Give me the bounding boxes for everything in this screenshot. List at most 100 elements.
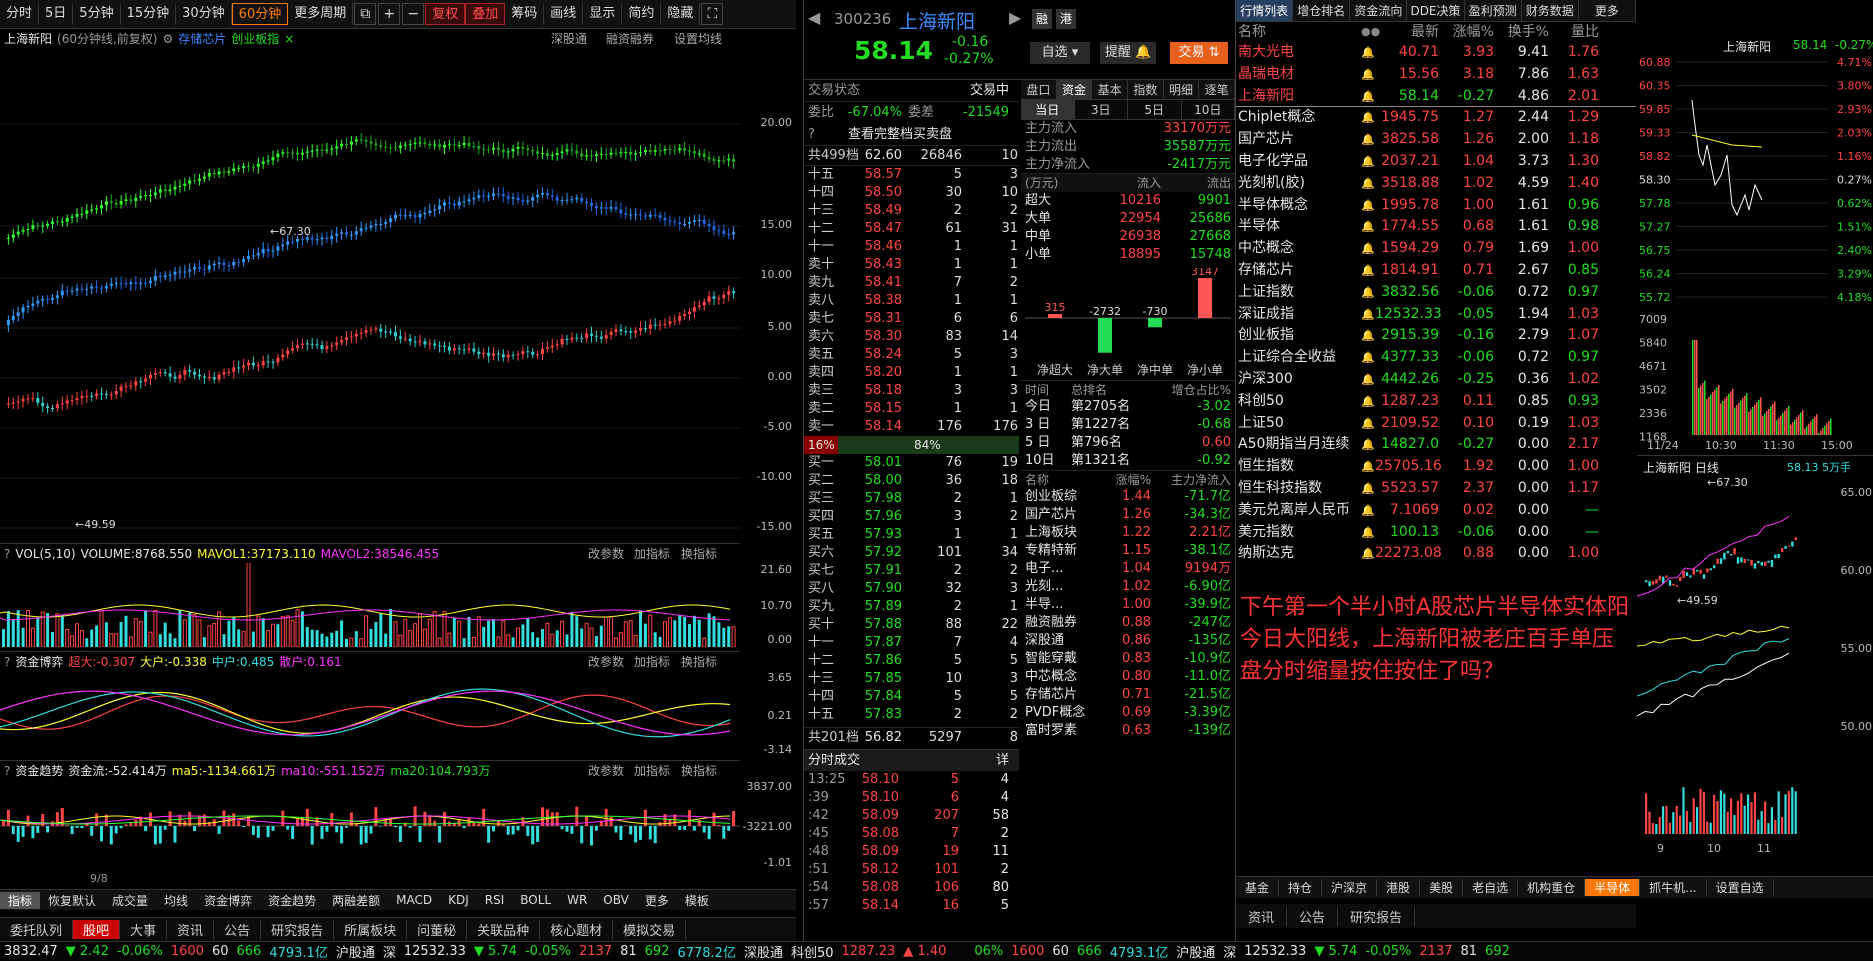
fund-tab[interactable]: 基本 [1092,80,1129,99]
level-price[interactable]: 58.18 [842,382,902,400]
indicator-tab[interactable]: 均线 [156,892,196,909]
quote-row[interactable]: A50期指当月连续 🔔 14827.0 -0.27 0.00 2.17 [1236,434,1636,456]
level-price[interactable]: 58.38 [842,292,902,310]
level-price[interactable]: 58.43 [842,256,902,274]
period-60min[interactable]: 60分钟 [231,3,289,25]
plate-row[interactable]: 光刻... 1.02 -6.90亿 [1021,578,1235,596]
vol-switch-button[interactable]: 换指标 [681,544,717,564]
quote-row[interactable]: 南大光电 🔔 40.71 3.93 9.41 1.76 [1236,42,1636,64]
level-price[interactable]: 57.96 [842,508,902,526]
info-tab[interactable]: 资讯 [1236,906,1288,926]
indicator-tab[interactable]: 资金趋势 [260,892,324,909]
quote-row[interactable]: 国产芯片 🔔 3825.58 1.26 2.00 1.18 [1236,129,1636,151]
level-price[interactable]: 58.49 [842,202,902,220]
watch-settings[interactable]: 设置自选 [1707,879,1774,896]
plus-icon[interactable]: + [378,3,401,25]
fund-tab[interactable]: 盘口 [1021,80,1057,99]
watch-tab[interactable]: 基金 [1236,879,1280,896]
indicator-tab[interactable]: 模板 [677,892,717,909]
fullscreen-icon[interactable]: ⛶ [701,3,724,25]
market-tab[interactable]: 增仓排名 [1293,0,1351,21]
indicator-tab[interactable]: WR [559,893,595,907]
period-5day[interactable]: 5日 [39,3,74,25]
quote-row[interactable]: 光刻机(胶) 🔔 3518.88 1.02 4.59 1.40 [1236,173,1636,195]
quote-row[interactable]: 晶瑞电材 🔔 15.56 3.18 7.86 1.63 [1236,64,1636,86]
quote-row[interactable]: 沪深300 🔔 4442.26 -0.25 0.36 1.02 [1236,369,1636,391]
period-tab[interactable]: 10日 [1182,100,1235,119]
quote-row[interactable]: 上证指数 🔔 3832.56 -0.06 0.72 0.97 [1236,282,1636,304]
market-tab[interactable]: DDE决策 [1407,0,1465,21]
trade-button[interactable]: 交易 ⇅ [1170,42,1228,64]
nav-tab[interactable]: 模拟交易 [613,920,687,939]
nav-tab[interactable]: 问董秘 [407,920,468,939]
prev-icon[interactable]: ◀ [808,8,820,27]
quote-row[interactable]: 存储芯片 🔔 1814.91 0.71 2.67 0.85 [1236,260,1636,282]
period-tab[interactable]: 当日 [1021,100,1075,119]
fund-tab[interactable]: 资金 [1056,80,1093,99]
gear-icon[interactable]: ⚙ [162,32,173,46]
r-hgt[interactable]: 沪股通 [1176,942,1215,961]
nav-tab[interactable]: 股吧 [73,920,121,939]
quote-row[interactable]: 上证综合全收益 🔔 4377.33 -0.06 0.72 0.97 [1236,347,1636,369]
indicator-tab[interactable]: BOLL [512,893,559,907]
plate-row[interactable]: 上海板块 1.22 2.21亿 [1021,524,1235,542]
plate-row[interactable]: 深股通 0.86 -135亿 [1021,632,1235,650]
zjqs-add-button[interactable]: 加指标 [634,761,670,781]
quote-row[interactable]: 美元指数 🔔 100.13 -0.06 0.00— [1236,522,1636,544]
nav-tab[interactable]: 委托队列 [0,920,74,939]
market-tab[interactable]: 盈利预测 [1465,0,1522,21]
level-price[interactable]: 58.15 [842,400,902,418]
overlay-tag-storage[interactable]: 存储芯片 [178,32,226,46]
quote-row[interactable]: 纳斯达克 🔔 22273.08 0.88 0.00 1.00 [1236,543,1636,565]
level-price[interactable]: 57.83 [842,706,902,724]
plate-row[interactable]: 智能穿戴 0.83 -10.9亿 [1021,650,1235,668]
indicator-tab[interactable]: RSI [477,893,513,907]
plate-row[interactable]: 融资融券 0.88 -247亿 [1021,614,1235,632]
period-tab[interactable]: 3日 [1075,100,1128,119]
indicator-tab[interactable]: 资金博弈 [196,892,260,909]
overlay-tag-gem[interactable]: 创业板指 [231,32,279,46]
ticks-detail-button[interactable]: 详 [984,750,1009,771]
period-more[interactable]: 更多周期 [288,3,354,25]
indicator-tab[interactable]: 指标 [0,891,41,909]
window-icon[interactable]: ⧉ [354,3,377,25]
level-price[interactable]: 58.50 [842,184,902,202]
nav-tab[interactable]: 资讯 [167,920,215,939]
quote-row[interactable]: 半导体概念 🔔 1995.78 1.00 1.61 0.96 [1236,195,1636,217]
market-tab[interactable]: 资金流向 [1350,0,1408,21]
vol-param-button[interactable]: 改参数 [588,544,624,564]
indicator-tab[interactable]: OBV [595,893,637,907]
quote-row[interactable]: 恒生科技指数 🔔 5523.57 2.37 0.00 1.17 [1236,478,1636,500]
quote-row[interactable]: 科创50 🔔 1287.23 0.11 0.85 0.93 [1236,391,1636,413]
indicator-tab[interactable]: 两融差额 [324,892,388,909]
level-price[interactable]: 58.01 [842,454,902,472]
info-tab[interactable]: 公告 [1287,906,1339,926]
watch-tab[interactable]: 老自选 [1463,879,1519,896]
kline-chart[interactable]: ←67.30←49.59 [0,50,740,540]
market-tab[interactable]: 财务数据 [1522,0,1579,21]
level-price[interactable]: 58.41 [842,274,902,292]
next-icon[interactable]: ▶ [1009,8,1021,27]
display-button[interactable]: 显示 [583,3,623,25]
level-price[interactable]: 58.31 [842,310,902,328]
plate-row[interactable]: 创业板综 1.44 -71.7亿 [1021,488,1235,506]
plate-row[interactable]: 半导... 1.00 -39.9亿 [1021,596,1235,614]
minus-icon[interactable]: − [402,3,425,25]
period-5min[interactable]: 5分钟 [73,3,121,25]
watch-tab[interactable]: 抓牛机... [1640,879,1707,896]
period-fenshi[interactable]: 分时 [0,3,40,25]
zjqs-switch-button[interactable]: 换指标 [681,761,717,781]
level-price[interactable]: 58.24 [842,346,902,364]
level-price[interactable]: 58.46 [842,238,902,256]
plate-row[interactable]: 电子... 1.04 9194万 [1021,560,1235,578]
zjbp-switch-button[interactable]: 换指标 [681,652,717,672]
watch-tab[interactable]: 沪深京 [1322,879,1378,896]
quote-row[interactable]: 上证50 🔔 2109.52 0.10 0.19 1.03 [1236,413,1636,435]
fuquan-button[interactable]: 复权 [425,3,466,25]
indicator-tab[interactable]: KDJ [440,893,477,907]
level-price[interactable]: 57.88 [842,616,902,634]
level-price[interactable]: 57.91 [842,562,902,580]
market-tab[interactable]: 更多 [1579,0,1636,21]
zjbp-add-button[interactable]: 加指标 [634,652,670,672]
hgt-link[interactable]: 沪股通 [336,942,375,961]
